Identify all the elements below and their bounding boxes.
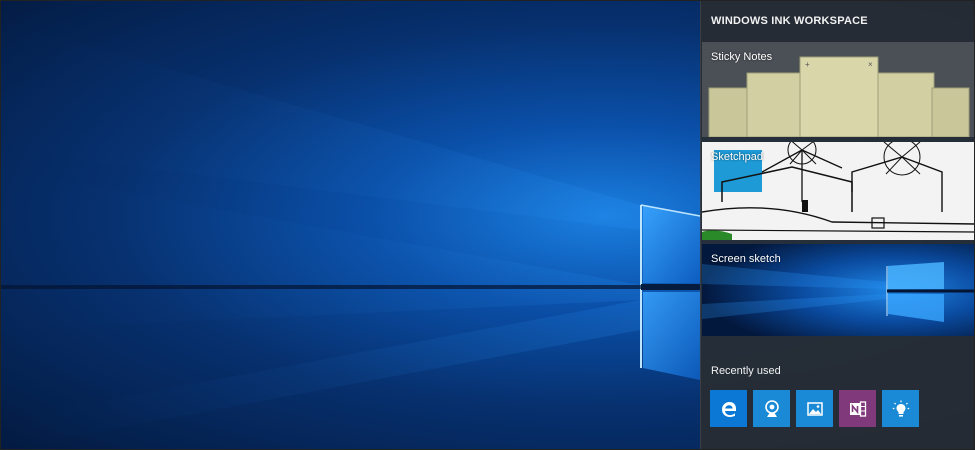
svg-text:+: + bbox=[805, 60, 810, 69]
svg-text:×: × bbox=[868, 60, 873, 69]
sticky-notes-label: Sticky Notes bbox=[711, 51, 773, 63]
onenote-app-button[interactable] bbox=[839, 390, 876, 427]
webcam-app-button[interactable] bbox=[753, 390, 790, 427]
screen-sketch-tile[interactable]: Screen sketch bbox=[702, 244, 975, 336]
recently-used-apps bbox=[710, 390, 919, 427]
tips-app-button[interactable] bbox=[882, 390, 919, 427]
sketchpad-tile[interactable]: Sketchpad bbox=[702, 142, 975, 240]
photos-icon bbox=[806, 401, 823, 416]
webcam-icon bbox=[764, 399, 779, 417]
photos-app-button[interactable] bbox=[796, 390, 833, 427]
onenote-icon bbox=[849, 400, 866, 417]
ink-workspace-panel: WINDOWS INK WORKSPACE Sticky Notes + × S… bbox=[700, 0, 975, 450]
screen-sketch-label: Screen sketch bbox=[711, 253, 781, 265]
sticky-notes-tile[interactable]: Sticky Notes + × bbox=[702, 42, 975, 137]
edge-app-button[interactable] bbox=[710, 390, 747, 427]
sketchpad-label: Sketchpad bbox=[711, 151, 763, 163]
panel-title: WINDOWS INK WORKSPACE bbox=[711, 15, 868, 27]
recently-used-label: Recently used bbox=[711, 365, 781, 377]
edge-icon bbox=[721, 401, 736, 417]
tips-icon bbox=[892, 400, 909, 417]
